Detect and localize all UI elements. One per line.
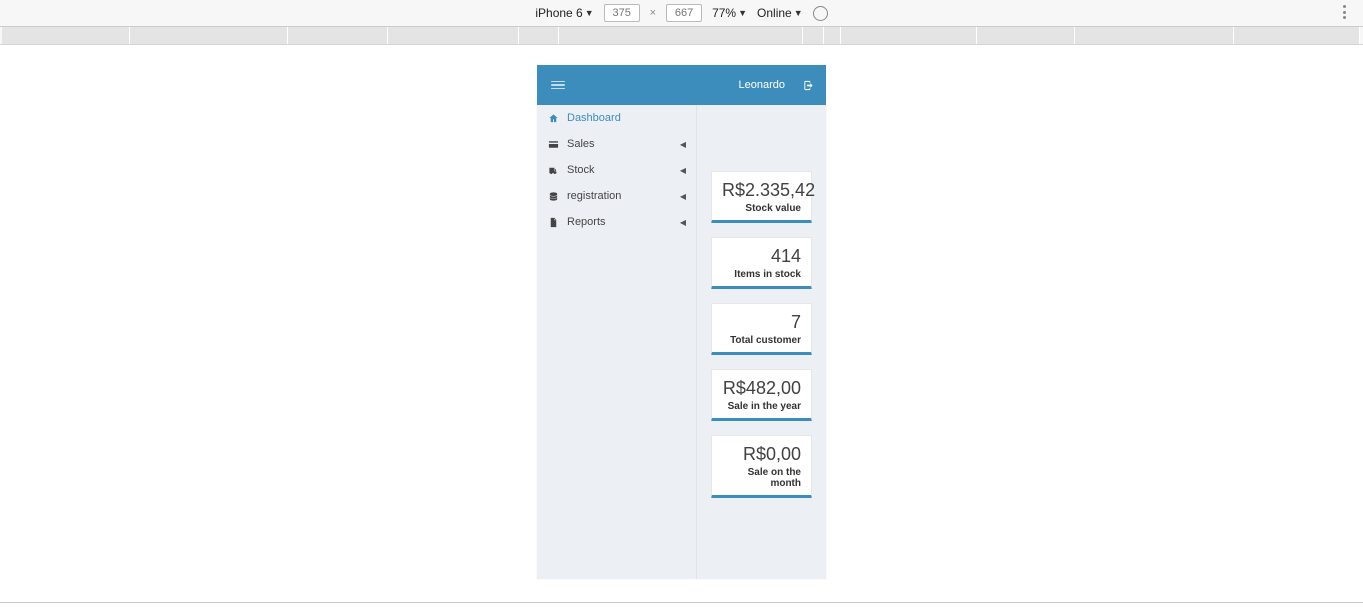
device-viewport: Leonardo Dashboard Sales — [537, 65, 826, 579]
stat-value: R$0,00 — [722, 444, 801, 465]
viewport-height-input[interactable] — [666, 4, 702, 22]
stat-label: Total customer — [722, 335, 801, 346]
responsive-ruler — [0, 27, 1363, 45]
stat-card-stock-value: R$2.335,42 Stock value — [711, 171, 812, 223]
chevron-down-icon: ▼ — [585, 8, 594, 18]
stat-label: Sale in the year — [722, 401, 801, 412]
devtools-device-toolbar: iPhone 6 ▼ × 77% ▼ Online ▼ — [0, 0, 1363, 27]
throttling-selector-label: Online — [757, 6, 792, 20]
more-options-button[interactable] — [1337, 5, 1351, 19]
device-stage: Leonardo Dashboard Sales — [0, 45, 1363, 603]
sidebar-item-stock[interactable]: Stock ◀ — [537, 157, 696, 183]
sidebar-item-label: Stock — [567, 164, 672, 176]
sidebar-item-label: Reports — [567, 216, 672, 228]
rotate-icon[interactable] — [810, 2, 831, 23]
truck-icon — [547, 165, 559, 176]
chevron-down-icon: ▼ — [738, 8, 747, 18]
throttling-selector[interactable]: Online ▼ — [757, 6, 803, 20]
sidebar-item-registration[interactable]: registration ◀ — [537, 183, 696, 209]
stat-card-sale-year: R$482,00 Sale in the year — [711, 369, 812, 421]
credit-card-icon — [547, 139, 559, 150]
database-icon — [547, 191, 559, 202]
stat-card-sale-month: R$0,00 Sale on the month — [711, 435, 812, 498]
dashboard-content: R$2.335,42 Stock value 414 Items in stoc… — [697, 105, 826, 579]
file-icon — [547, 217, 559, 228]
content-spacer — [711, 117, 812, 157]
zoom-selector-label: 77% — [712, 6, 736, 20]
app-header: Leonardo — [537, 65, 826, 105]
device-selector[interactable]: iPhone 6 ▼ — [535, 6, 593, 20]
home-icon — [547, 113, 559, 124]
caret-left-icon: ◀ — [680, 218, 686, 227]
menu-toggle-button[interactable] — [551, 81, 565, 90]
viewport-width-input[interactable] — [604, 4, 640, 22]
caret-left-icon: ◀ — [680, 192, 686, 201]
app-body: Dashboard Sales ◀ Stock ◀ — [537, 105, 826, 579]
devtools-center-controls: iPhone 6 ▼ × 77% ▼ Online ▼ — [535, 4, 827, 22]
stat-label: Stock value — [722, 203, 801, 214]
stat-label: Sale on the month — [722, 467, 801, 489]
sign-out-icon[interactable] — [803, 80, 814, 91]
sidebar-item-sales[interactable]: Sales ◀ — [537, 131, 696, 157]
stat-label: Items in stock — [722, 269, 801, 280]
caret-left-icon: ◀ — [680, 140, 686, 149]
chevron-down-icon: ▼ — [794, 8, 803, 18]
stat-card-items-in-stock: 414 Items in stock — [711, 237, 812, 289]
sidebar-item-reports[interactable]: Reports ◀ — [537, 209, 696, 235]
stat-value: R$2.335,42 — [722, 180, 801, 201]
sidebar-item-dashboard[interactable]: Dashboard — [537, 105, 696, 131]
viewport-dimensions-separator: × — [650, 7, 656, 19]
zoom-selector[interactable]: 77% ▼ — [712, 6, 747, 20]
caret-left-icon: ◀ — [680, 166, 686, 175]
stat-value: 7 — [722, 312, 801, 333]
sidebar-item-label: Dashboard — [567, 112, 686, 124]
stat-card-total-customer: 7 Total customer — [711, 303, 812, 355]
sidebar-item-label: Sales — [567, 138, 672, 150]
stat-value: 414 — [722, 246, 801, 267]
stat-value: R$482,00 — [722, 378, 801, 399]
sidebar-item-label: registration — [567, 190, 672, 202]
sidebar-nav: Dashboard Sales ◀ Stock ◀ — [537, 105, 697, 579]
device-selector-label: iPhone 6 — [535, 6, 582, 20]
current-user-name[interactable]: Leonardo — [739, 79, 786, 91]
